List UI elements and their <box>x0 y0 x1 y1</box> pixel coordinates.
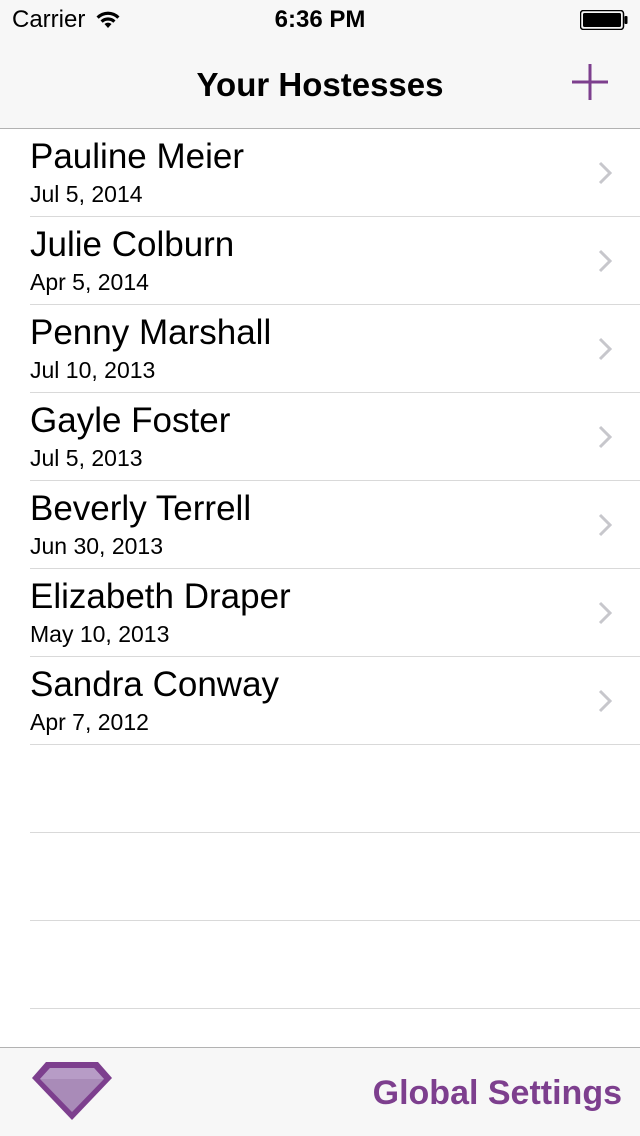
hostess-name: Elizabeth Draper <box>30 577 291 616</box>
hostess-date: Jun 30, 2013 <box>30 533 164 559</box>
hostess-row[interactable]: Beverly Terrell Jun 30, 2013 <box>30 481 640 569</box>
hostess-row[interactable]: Gayle Foster Jul 5, 2013 <box>30 393 640 481</box>
hostess-date: Jul 5, 2014 <box>30 181 143 207</box>
plus-icon <box>572 64 608 100</box>
hostess-date: Jul 5, 2013 <box>30 445 143 471</box>
hostess-date: Apr 5, 2014 <box>30 269 149 295</box>
chevron-right-icon <box>598 513 612 537</box>
hostess-date: Jul 10, 2013 <box>30 357 156 383</box>
hostess-date: May 10, 2013 <box>30 621 170 647</box>
hostess-row[interactable]: Julie Colburn Apr 5, 2014 <box>30 217 640 305</box>
status-time: 6:36 PM <box>274 6 366 33</box>
hostess-name: Beverly Terrell <box>30 489 252 528</box>
hostess-date: Apr 7, 2012 <box>30 709 149 735</box>
hostess-name: Penny Marshall <box>30 313 272 352</box>
hostess-row[interactable]: Pauline Meier Jul 5, 2014 <box>30 129 640 217</box>
chevron-right-icon <box>598 337 612 361</box>
page-title: Your Hostesses <box>196 66 444 103</box>
hostess-name: Gayle Foster <box>30 401 231 440</box>
empty-row <box>30 833 640 921</box>
global-settings-button[interactable]: Global Settings <box>373 1074 622 1113</box>
hostess-name: Pauline Meier <box>30 137 244 176</box>
empty-row <box>30 921 640 1009</box>
chevron-right-icon <box>598 161 612 185</box>
hostess-row[interactable]: Elizabeth Draper May 10, 2013 <box>30 569 640 657</box>
hostess-row[interactable]: Penny Marshall Jul 10, 2013 <box>30 305 640 393</box>
screen: Carrier 6:36 PM Your Hostesses Pauline M… <box>0 0 640 1136</box>
bottom-toolbar: Global Settings <box>0 1047 640 1136</box>
empty-row <box>30 745 640 833</box>
hostess-list: Pauline Meier Jul 5, 2014 Julie Colburn … <box>0 129 640 1009</box>
hostess-row[interactable]: Sandra Conway Apr 7, 2012 <box>30 657 640 745</box>
battery-icon <box>580 10 628 30</box>
chevron-right-icon <box>598 601 612 625</box>
add-hostess-button[interactable] <box>570 62 610 102</box>
chevron-right-icon <box>598 249 612 273</box>
chevron-right-icon <box>598 425 612 449</box>
navigation-bar: Your Hostesses <box>0 40 640 128</box>
hostess-name: Julie Colburn <box>30 225 235 264</box>
chevron-right-icon <box>598 689 612 713</box>
top-bar: Carrier 6:36 PM Your Hostesses <box>0 0 640 129</box>
gem-icon[interactable] <box>30 1060 114 1122</box>
status-bar: Carrier 6:36 PM <box>0 0 640 40</box>
hostess-name: Sandra Conway <box>30 665 280 704</box>
